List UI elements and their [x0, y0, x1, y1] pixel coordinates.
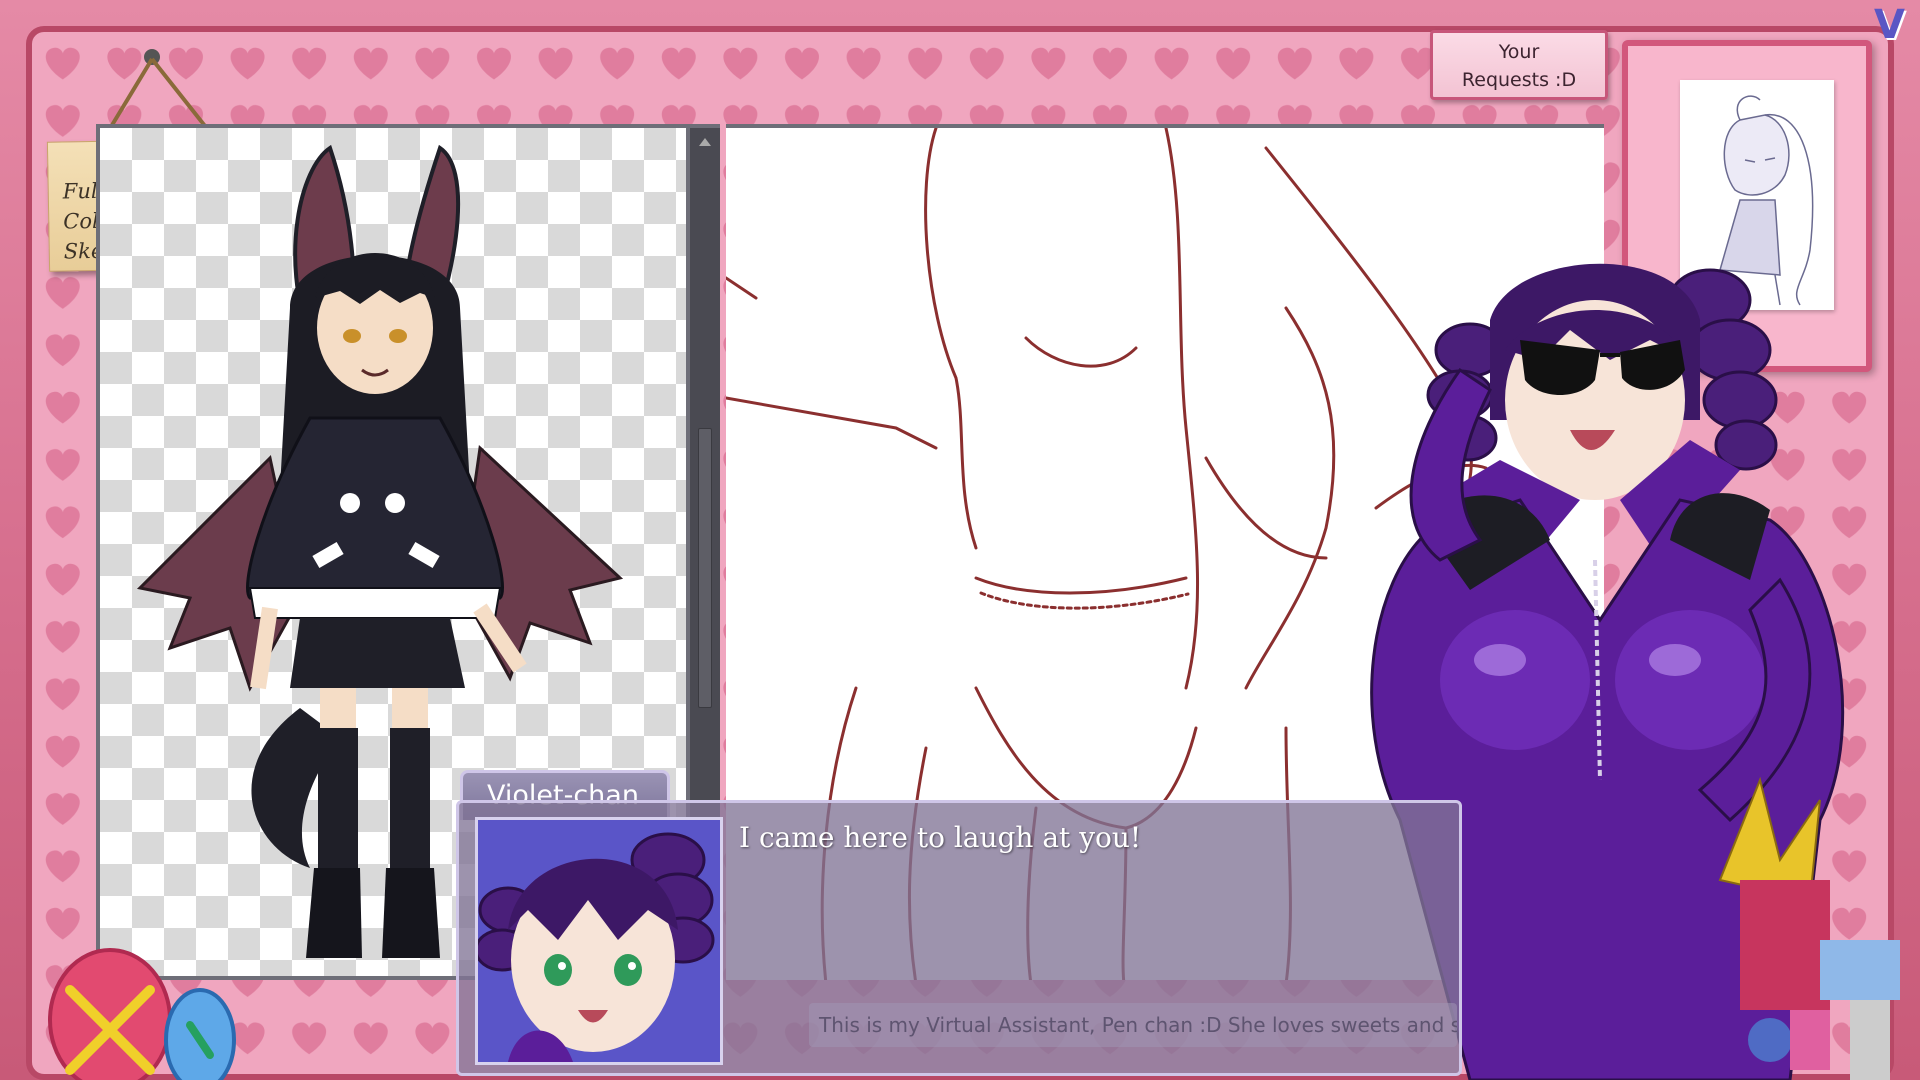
figurines-decoration [1718, 776, 1900, 1080]
speaker-portrait [475, 817, 723, 1065]
scroll-up-icon[interactable] [699, 138, 711, 146]
requests-line1: Your [1498, 41, 1540, 63]
your-requests-button[interactable]: Your Requests :D [1430, 30, 1608, 100]
tool-palette-icon[interactable] [40, 930, 240, 1080]
dialogue-box[interactable]: I came here to laugh at you! This is my … [456, 800, 1462, 1076]
violet-chan-portrait-image [478, 832, 715, 1062]
news-ticker: This is my Virtual Assistant, Pen chan :… [809, 1003, 1457, 1047]
scroll-thumb[interactable] [698, 428, 712, 708]
dialogue-text: I came here to laugh at you! [739, 821, 1142, 854]
game-logo-icon: V [1874, 2, 1905, 48]
requests-line2: Requests :D [1461, 69, 1577, 91]
